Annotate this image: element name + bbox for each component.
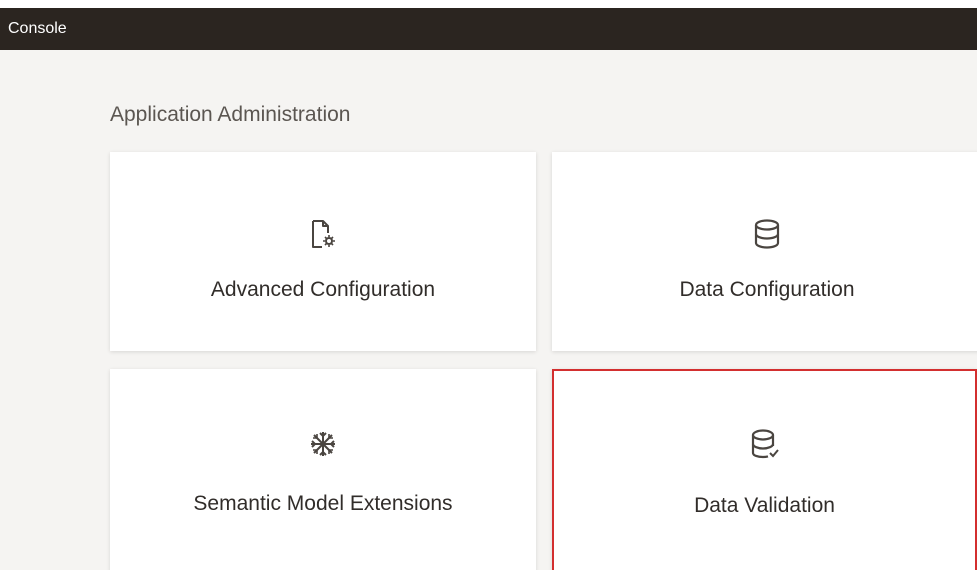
document-settings-icon — [308, 219, 338, 249]
section-title: Application Administration — [110, 103, 351, 126]
card-label: Semantic Model Extensions — [193, 492, 453, 515]
database-icon — [752, 219, 782, 249]
snowflake-icon — [308, 429, 338, 459]
card-label: Advanced Configuration — [210, 278, 436, 301]
card-data-configuration[interactable]: Data Configuration — [552, 152, 977, 351]
app-title: Console — [8, 20, 67, 37]
database-check-icon — [750, 429, 780, 459]
card-data-validation[interactable]: Data Validation — [552, 369, 977, 570]
console-page: Console Application Administration Advan… — [0, 0, 977, 570]
top-gap — [0, 0, 977, 8]
card-label: Data Validation — [694, 494, 835, 517]
card-semantic-model-extensions[interactable]: Semantic Model Extensions — [110, 369, 536, 570]
title-bar: Console — [0, 8, 977, 50]
card-label: Data Configuration — [679, 278, 855, 301]
card-advanced-configuration[interactable]: Advanced Configuration — [110, 152, 536, 351]
